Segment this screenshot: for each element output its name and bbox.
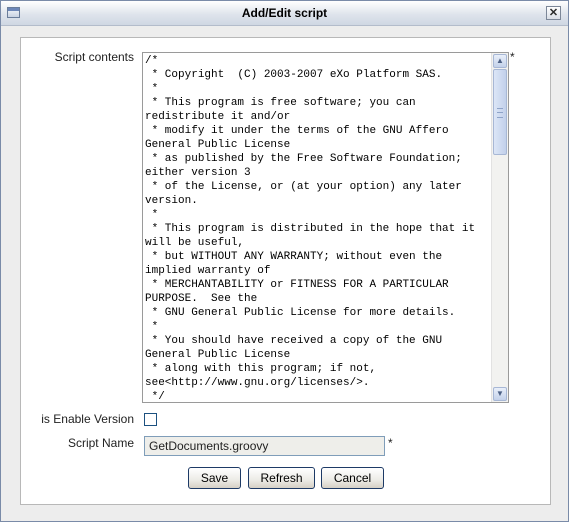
scroll-thumb[interactable] bbox=[493, 69, 507, 155]
arrow-up-icon: ▲ bbox=[496, 56, 504, 65]
cancel-button[interactable]: Cancel bbox=[321, 467, 384, 489]
script-name-label: Script Name bbox=[67, 436, 134, 450]
arrow-down-icon: ▼ bbox=[496, 389, 504, 398]
dialog-window: Add/Edit script ✕ Script contents /* * C… bbox=[0, 0, 569, 522]
refresh-button[interactable]: Refresh bbox=[248, 467, 315, 489]
required-marker-name: * bbox=[388, 436, 393, 450]
required-marker-script: * bbox=[510, 50, 515, 64]
enable-version-checkbox[interactable] bbox=[144, 413, 157, 426]
script-contents-editor: /* * Copyright (C) 2003-2007 eXo Platfor… bbox=[142, 52, 509, 403]
title-bar[interactable]: Add/Edit script ✕ bbox=[1, 1, 568, 26]
enable-version-label: is Enable Version bbox=[41, 412, 134, 426]
script-name-input[interactable] bbox=[144, 436, 385, 456]
scroll-up-button[interactable]: ▲ bbox=[493, 54, 507, 68]
save-button[interactable]: Save bbox=[188, 467, 241, 489]
dialog-title: Add/Edit script bbox=[241, 6, 328, 20]
editor-scrollbar[interactable]: ▲ ▼ bbox=[491, 53, 508, 402]
grip-icon bbox=[497, 108, 503, 118]
scroll-down-button[interactable]: ▼ bbox=[493, 387, 507, 401]
script-contents-textarea[interactable]: /* * Copyright (C) 2003-2007 eXo Platfor… bbox=[143, 53, 492, 402]
close-button[interactable]: ✕ bbox=[546, 6, 561, 20]
script-contents-label: Script contents bbox=[54, 50, 134, 64]
close-icon: ✕ bbox=[548, 7, 559, 19]
